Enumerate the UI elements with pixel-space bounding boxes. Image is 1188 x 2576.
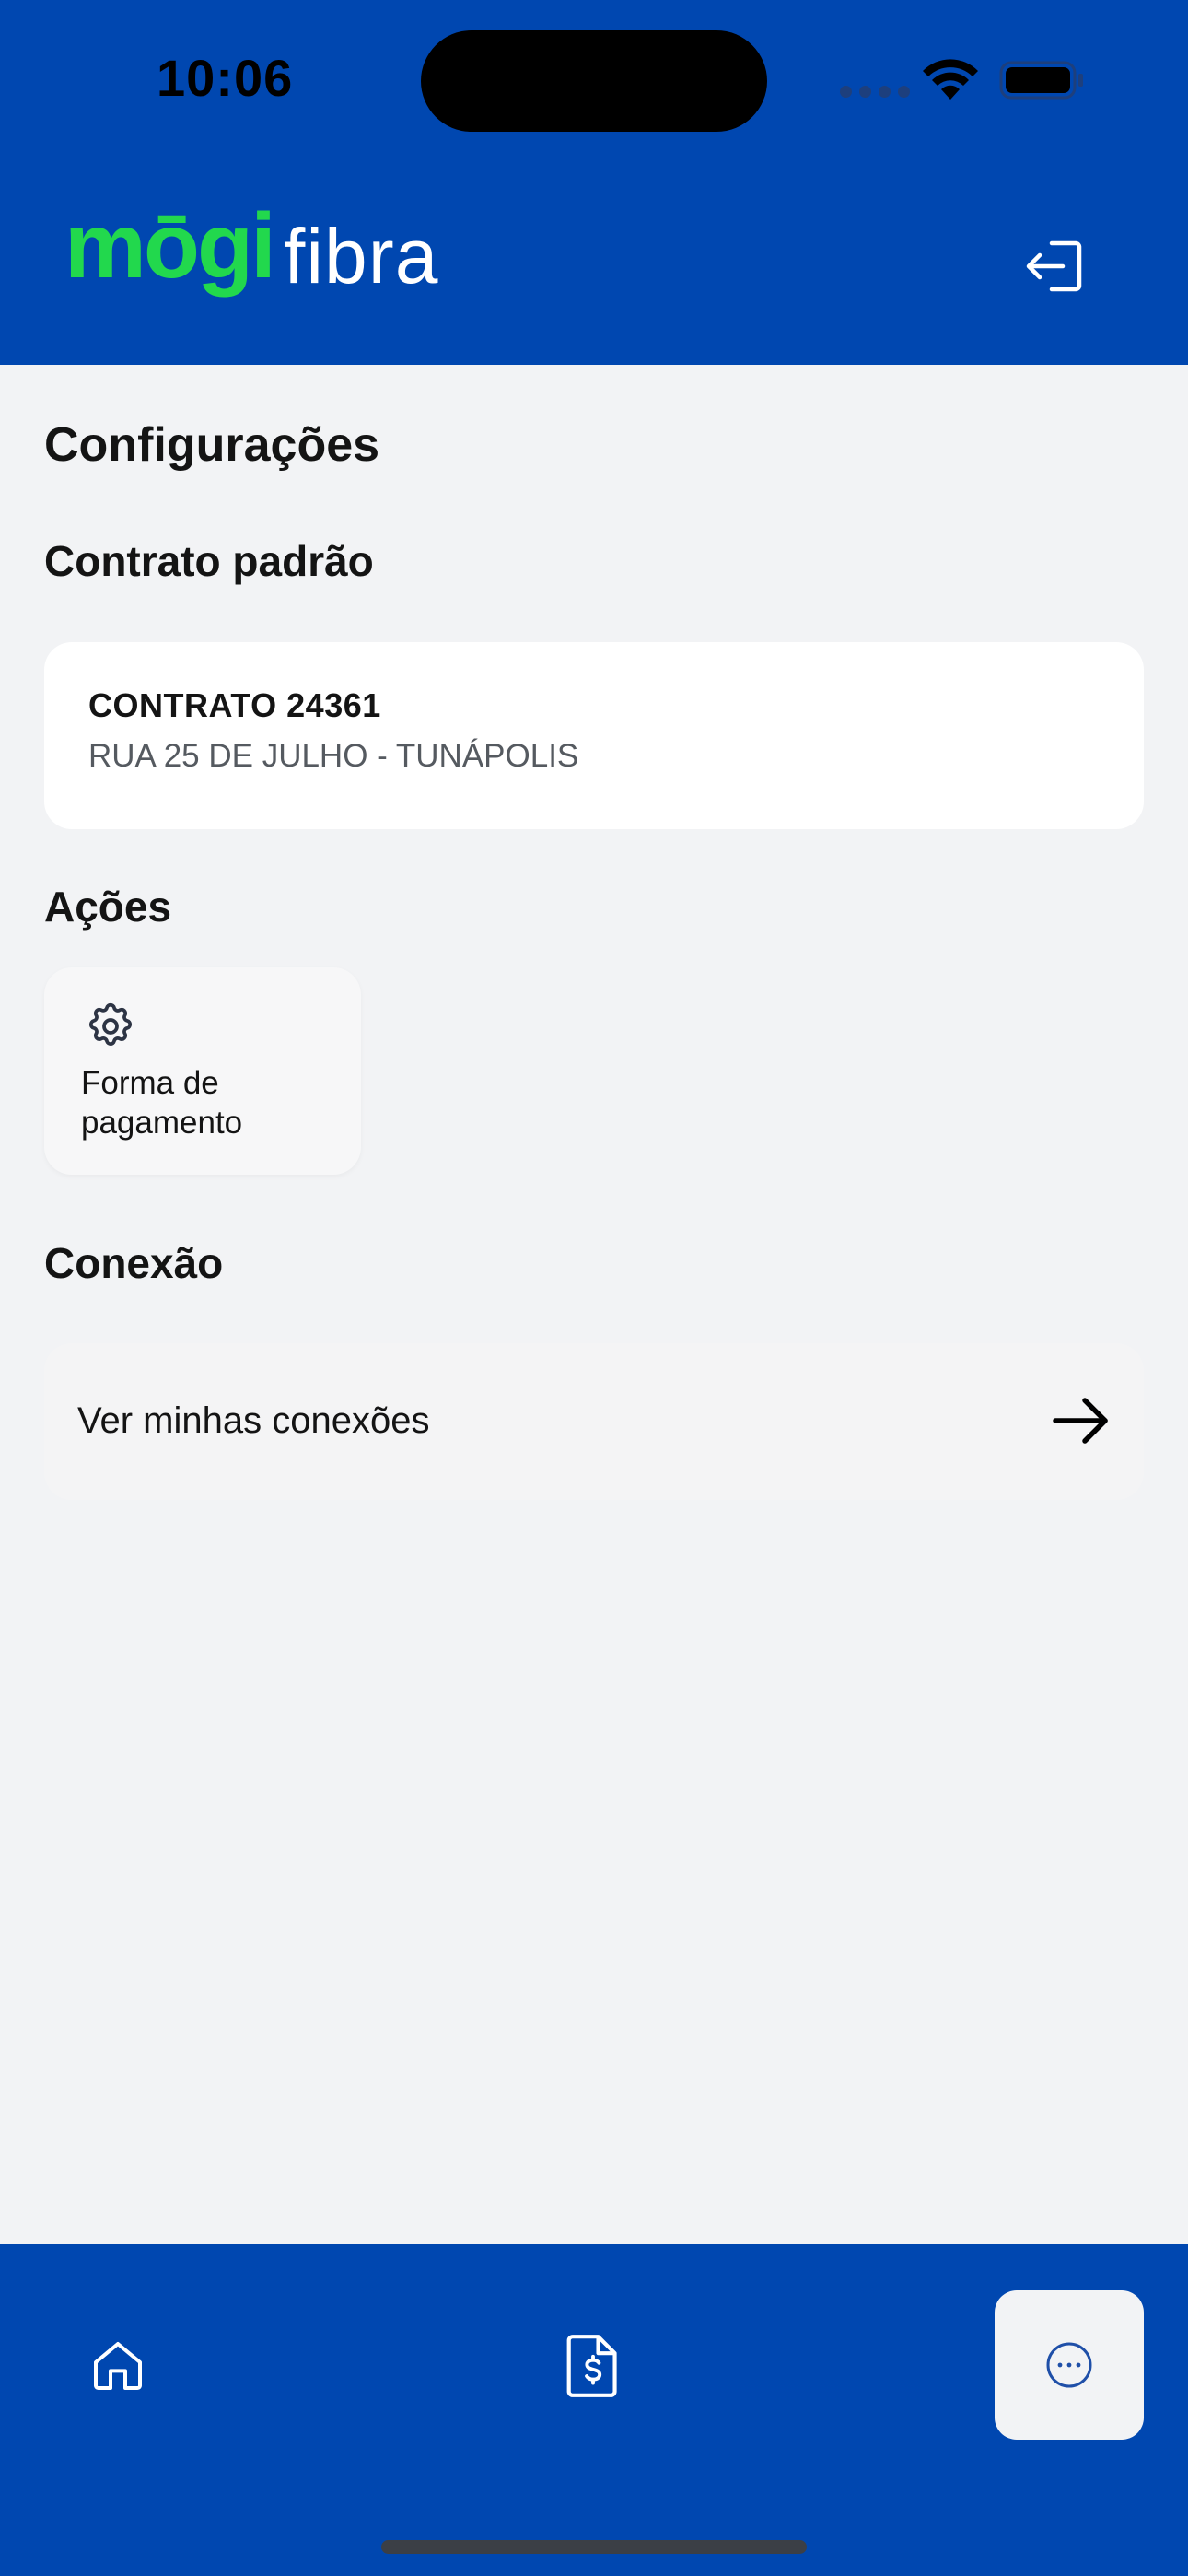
home-icon[interactable] [88,2336,147,2395]
view-connections-label: Ver minhas conexões [77,1400,430,1441]
view-connections-link[interactable]: Ver minhas conexões [44,1343,1144,1500]
contract-address: RUA 25 DE JULHO - TUNÁPOLIS [88,738,579,774]
battery-icon [999,61,1083,100]
contract-name: CONTRATO 24361 [88,686,381,724]
logo-sub-text: fibra [284,213,439,299]
invoice-icon[interactable] [564,2333,623,2399]
payment-method-label: Forma de pagamento [81,1065,243,1141]
default-contract-heading: Contrato padrão [44,537,374,585]
page-title: Configurações [44,418,380,472]
brand-logo: mōgi fibra [64,193,479,332]
logout-button[interactable] [1024,234,1089,299]
home-indicator [381,2540,807,2554]
bottom-navigation [0,2244,1188,2576]
wifi-icon [923,59,978,100]
cellular-signal-icon [840,86,910,98]
actions-heading: Ações [44,883,172,931]
logo-main-text: mōgi [64,194,276,298]
app-header: 10:06 mōgi fibra [0,0,1188,365]
arrow-right-icon [1053,1398,1108,1444]
status-time: 10:06 [157,49,294,107]
more-tab-button[interactable] [995,2290,1144,2440]
connection-heading: Conexão [44,1239,224,1287]
payment-method-button[interactable]: Forma de pagamento [44,967,361,1175]
dynamic-island [421,30,767,132]
default-contract-card[interactable]: CONTRATO 24361 RUA 25 DE JULHO - TUNÁPOL… [44,642,1144,829]
gear-icon [88,1002,133,1046]
more-icon [1046,2342,1092,2388]
